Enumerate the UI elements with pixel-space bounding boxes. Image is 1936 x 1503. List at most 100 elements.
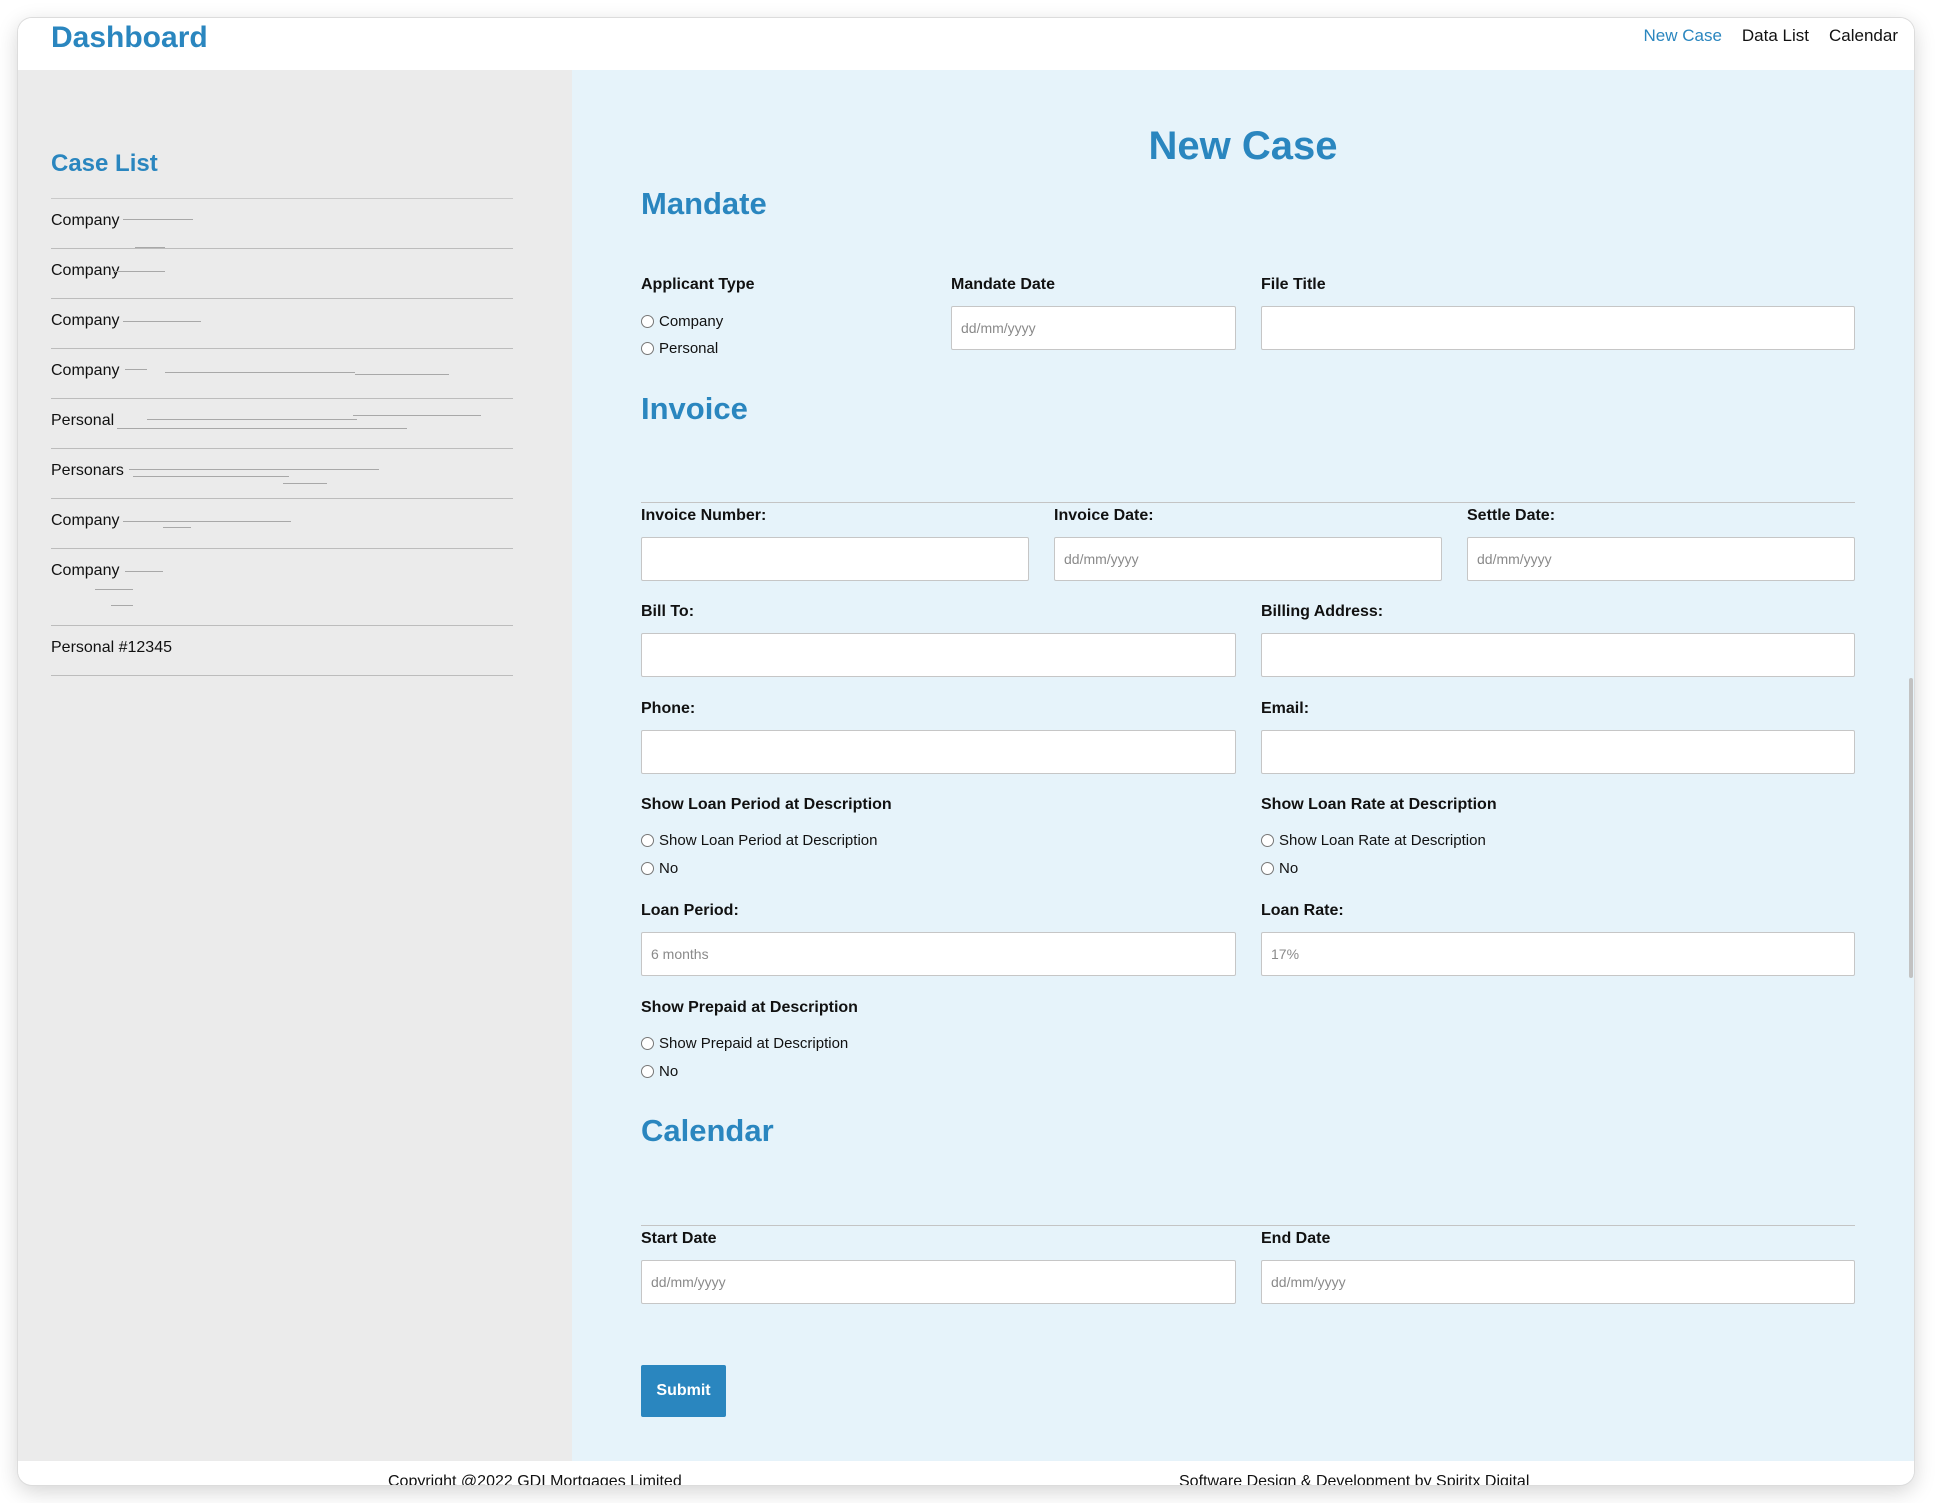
nav-data-list[interactable]: Data List [1742, 26, 1809, 46]
case-list-item[interactable]: Personars [51, 449, 513, 499]
start-date-label: Start Date [641, 1230, 717, 1247]
radio-label: Company [659, 313, 724, 330]
bill-to-label: Bill To: [641, 603, 695, 620]
loan-rate-toggle-label: Show Loan Rate at Description [1261, 796, 1497, 813]
main-nav: New Case Data List Calendar [1643, 26, 1898, 46]
case-list-item[interactable]: Company [51, 199, 513, 249]
hide-loan-period-radio[interactable]: No [641, 860, 678, 877]
show-loan-rate-radio[interactable]: Show Loan Rate at Description [1261, 832, 1486, 849]
invoice-number-label: Invoice Number: [641, 507, 767, 524]
redaction-mark [165, 372, 355, 373]
top-navbar: Dashboard New Case Data List Calendar [18, 18, 1914, 70]
file-title-input[interactable] [1261, 306, 1855, 350]
nav-calendar[interactable]: Calendar [1829, 26, 1898, 46]
calendar-section-title: Calendar [641, 1113, 774, 1148]
mandate-date-input[interactable] [951, 306, 1236, 350]
case-list-item[interactable]: Personal #12345 [51, 626, 513, 676]
invoice-divider [641, 502, 1855, 503]
page-title: New Case [1148, 124, 1338, 168]
case-item-label: Personal [51, 412, 115, 429]
radio-icon [641, 834, 654, 847]
radio-label: No [659, 1063, 679, 1080]
case-list-item[interactable]: Personal [51, 399, 513, 449]
hide-loan-rate-radio[interactable]: No [1261, 860, 1298, 877]
submit-button[interactable]: Submit [641, 1365, 726, 1417]
radio-label: Show Loan Period at Description [659, 832, 878, 849]
email-label: Email: [1261, 700, 1310, 717]
redaction-mark [133, 476, 289, 477]
redaction-mark [135, 247, 165, 248]
show-prepaid-radio[interactable]: Show Prepaid at Description [641, 1035, 848, 1052]
case-item-label: Company [51, 512, 120, 529]
redaction-mark [125, 369, 147, 370]
app-window: Dashboard New Case Data List Calendar Ca… [18, 18, 1914, 1485]
vertical-scrollbar[interactable] [1909, 678, 1913, 978]
redaction-mark [111, 605, 133, 606]
end-date-label: End Date [1261, 1230, 1331, 1247]
case-list-item[interactable]: Company [51, 349, 513, 399]
loan-period-input[interactable] [641, 932, 1236, 976]
nav-new-case[interactable]: New Case [1643, 26, 1721, 46]
case-item-label: Company [51, 362, 120, 379]
bill-to-input[interactable] [641, 633, 1236, 677]
case-item-label: Company [51, 212, 120, 229]
redaction-mark [283, 483, 327, 484]
radio-icon [641, 1037, 654, 1050]
settle-date-label: Settle Date: [1467, 507, 1556, 524]
loan-period-label: Loan Period: [641, 902, 739, 919]
start-date-input[interactable] [641, 1260, 1236, 1304]
case-list-item[interactable]: Company [51, 299, 513, 349]
case-list-sidebar: Case List Company Company Company Compan… [18, 70, 572, 1485]
case-item-label: Company [51, 312, 120, 329]
radio-icon [1261, 834, 1274, 847]
phone-input[interactable] [641, 730, 1236, 774]
redaction-mark [147, 419, 357, 420]
email-input[interactable] [1261, 730, 1855, 774]
mandate-date-label: Mandate Date [951, 276, 1056, 293]
redaction-mark [355, 374, 449, 375]
hide-prepaid-radio[interactable]: No [641, 1063, 678, 1080]
prepaid-toggle-label: Show Prepaid at Description [641, 999, 858, 1016]
new-case-form: New Case Mandate Applicant Type Company … [572, 70, 1914, 1485]
invoice-number-input[interactable] [641, 537, 1029, 581]
credits-text: Software Design & Development by Spiritx… [1179, 1473, 1530, 1485]
applicant-personal-radio[interactable]: Personal [641, 340, 718, 357]
radio-icon [1261, 862, 1274, 875]
applicant-company-radio[interactable]: Company [641, 313, 723, 330]
case-list-item[interactable]: Company [51, 549, 513, 626]
redaction-mark [95, 589, 133, 590]
show-loan-period-radio[interactable]: Show Loan Period at Description [641, 832, 877, 849]
redaction-mark [123, 521, 291, 522]
billing-address-input[interactable] [1261, 633, 1855, 677]
radio-label: Show Loan Rate at Description [1279, 832, 1486, 849]
invoice-date-label: Invoice Date: [1054, 507, 1154, 524]
invoice-section-title: Invoice [641, 391, 748, 426]
case-list-item[interactable]: Company [51, 249, 513, 299]
case-list-title: Case List [51, 150, 158, 177]
redaction-mark [123, 321, 201, 322]
radio-label: No [659, 860, 679, 877]
copyright-text: Copyright @2022 GDI Mortgages Limited [388, 1473, 682, 1485]
calendar-divider [641, 1225, 1855, 1226]
redaction-mark [353, 415, 481, 416]
brand-logo[interactable]: Dashboard [51, 18, 208, 58]
invoice-date-input[interactable] [1054, 537, 1442, 581]
case-list: Company Company Company Company Personal [51, 198, 513, 676]
case-item-label: Personars [51, 462, 124, 479]
radio-icon [641, 315, 654, 328]
billing-address-label: Billing Address: [1261, 603, 1384, 620]
case-item-label: Company [51, 262, 120, 279]
redaction-mark [113, 271, 165, 272]
case-item-label: Company [51, 562, 120, 579]
file-title-label: File Title [1261, 276, 1326, 293]
loan-rate-input[interactable] [1261, 932, 1855, 976]
case-list-item[interactable]: Company [51, 499, 513, 549]
settle-date-input[interactable] [1467, 537, 1855, 581]
radio-label: Show Prepaid at Description [659, 1035, 849, 1052]
radio-icon [641, 862, 654, 875]
redaction-mark [125, 571, 163, 572]
case-item-label: Personal #12345 [51, 639, 172, 656]
end-date-input[interactable] [1261, 1260, 1855, 1304]
redaction-mark [123, 219, 193, 220]
radio-icon [641, 342, 654, 355]
